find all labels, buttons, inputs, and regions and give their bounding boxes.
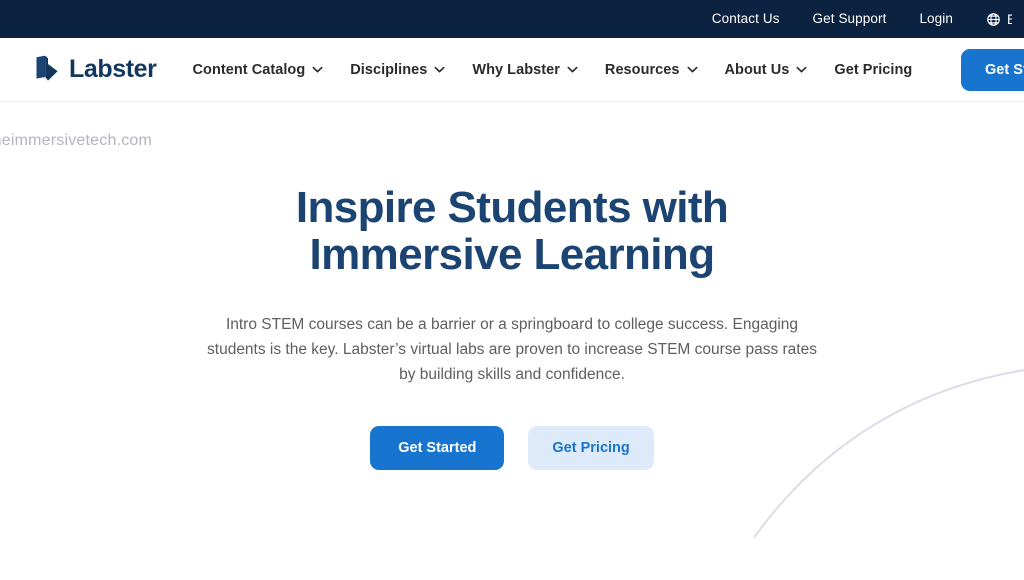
hero-button-group: Get Started Get Pricing bbox=[192, 425, 832, 470]
hero-subtitle: Intro STEM courses can be a barrier or a… bbox=[207, 316, 817, 384]
nav-item-get-pricing[interactable]: Get Pricing bbox=[834, 62, 912, 78]
language-label: EN bbox=[1007, 11, 1012, 27]
nav-item-about-us[interactable]: About Us bbox=[725, 62, 808, 78]
globe-icon bbox=[987, 12, 1000, 26]
hero-section: Inspire Students with Immersive Learning… bbox=[0, 102, 1024, 580]
nav-label-get-pricing: Get Pricing bbox=[834, 61, 913, 78]
site-header: Labster Content Catalog Disciplines Why … bbox=[0, 38, 1024, 102]
nav-label-disciplines: Disciplines bbox=[350, 61, 428, 78]
hero-get-started-button[interactable]: Get Started bbox=[370, 425, 505, 470]
chevron-down-icon bbox=[312, 66, 323, 73]
nav-label-why-labster: Why Labster bbox=[472, 61, 560, 78]
hero-content: Inspire Students with Immersive Learning… bbox=[192, 102, 832, 470]
site-logo[interactable]: Labster bbox=[34, 55, 157, 85]
hero-get-pricing-button[interactable]: Get Pricing bbox=[528, 425, 654, 470]
chevron-down-icon bbox=[567, 66, 578, 73]
header-get-started-button[interactable]: Get Started bbox=[961, 48, 1024, 91]
nav-item-disciplines[interactable]: Disciplines bbox=[350, 62, 445, 78]
nav-item-resources[interactable]: Resources bbox=[605, 62, 698, 78]
chevron-down-icon bbox=[796, 66, 807, 73]
page-title: Inspire Students with Immersive Learning bbox=[192, 184, 832, 279]
watermark-text: theimmersivetech.com bbox=[0, 132, 153, 149]
language-selector[interactable]: EN bbox=[986, 12, 1012, 27]
top-utility-bar: Contact Us Get Support Login EN bbox=[0, 0, 1024, 38]
logo-wordmark: Labster bbox=[69, 55, 157, 83]
nav-label-about-us: About Us bbox=[724, 61, 790, 78]
nav-item-content-catalog[interactable]: Content Catalog bbox=[193, 62, 324, 78]
topbar-link-contact-us[interactable]: Contact Us bbox=[712, 12, 780, 26]
nav-label-resources: Resources bbox=[604, 61, 680, 78]
labster-logo-mark-icon bbox=[36, 55, 58, 81]
top-utility-links: Contact Us Get Support Login EN bbox=[712, 12, 1024, 27]
topbar-link-login[interactable]: Login bbox=[919, 12, 953, 26]
hero-title-line-2: Learning bbox=[533, 229, 715, 279]
chevron-down-icon bbox=[434, 66, 445, 73]
chevron-down-icon bbox=[687, 66, 698, 73]
main-navigation: Content Catalog Disciplines Why Labster … bbox=[193, 62, 913, 78]
nav-label-content-catalog: Content Catalog bbox=[192, 61, 306, 78]
nav-item-why-labster[interactable]: Why Labster bbox=[472, 62, 578, 78]
topbar-link-get-support[interactable]: Get Support bbox=[813, 12, 887, 26]
